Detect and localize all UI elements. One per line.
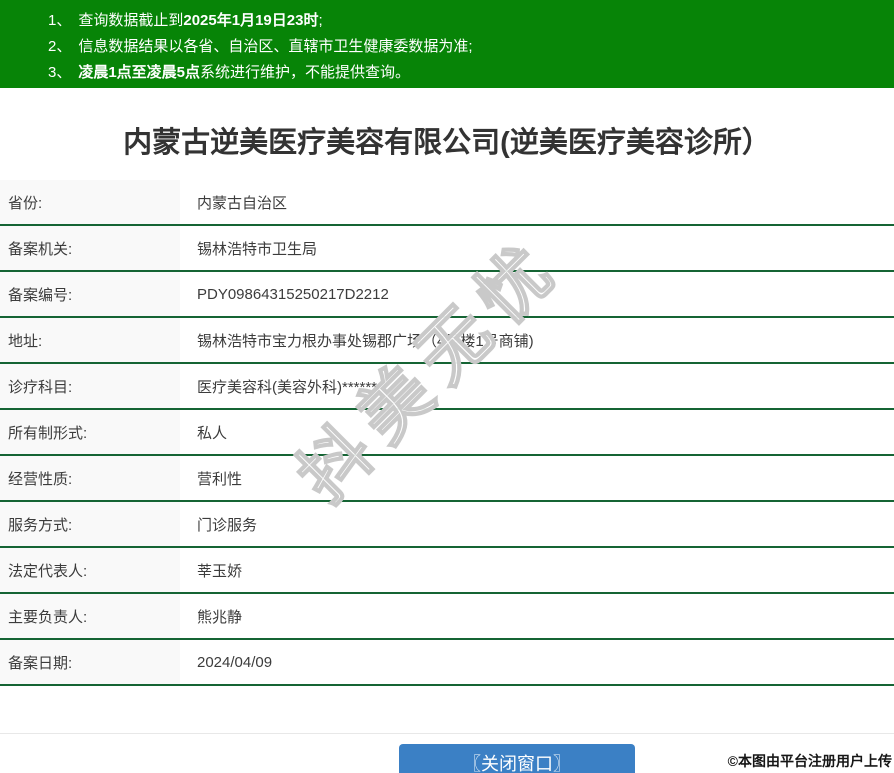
notice-text: 系统进行维护，不能提供查询。 xyxy=(200,64,410,81)
row-value: PDY09864315250217D2212 xyxy=(180,272,894,316)
row-label: 主要负责人: xyxy=(0,594,180,638)
notice-text: 信息数据结果以各省、自治区、直辖市卫生健康委数据为准; xyxy=(78,38,472,55)
row-value: 锡林浩特市宝力根办事处锡郡广场（4号楼1号商铺) xyxy=(180,318,894,362)
row-value: 营利性 xyxy=(180,456,894,500)
row-value: 2024/04/09 xyxy=(180,640,894,684)
table-row-filing-authority: 备案机关: 锡林浩特市卫生局 xyxy=(0,226,894,272)
table-row-treatment-subjects: 诊疗科目: 医疗美容科(美容外科)****** xyxy=(0,364,894,410)
table-row-business-nature: 经营性质: 营利性 xyxy=(0,456,894,502)
footer-divider xyxy=(0,733,894,734)
row-label: 经营性质: xyxy=(0,456,180,500)
row-label: 所有制形式: xyxy=(0,410,180,454)
notice-line-2: 2、信息数据结果以各省、自治区、直辖市卫生健康委数据为准; xyxy=(48,34,884,60)
notice-number: 3、 xyxy=(48,64,71,81)
row-label: 诊疗科目: xyxy=(0,364,180,408)
row-label: 法定代表人: xyxy=(0,548,180,592)
notice-text: ; xyxy=(318,12,322,29)
table-row-ownership-form: 所有制形式: 私人 xyxy=(0,410,894,456)
page-title: 内蒙古逆美医疗美容有限公司(逆美医疗美容诊所） xyxy=(0,126,894,160)
table-row-legal-representative: 法定代表人: 莘玉娇 xyxy=(0,548,894,594)
notice-text: 查询数据截止到 xyxy=(78,12,183,29)
table-row-address: 地址: 锡林浩特市宝力根办事处锡郡广场（4号楼1号商铺) xyxy=(0,318,894,364)
table-row-service-mode: 服务方式: 门诊服务 xyxy=(0,502,894,548)
table-row-filing-date: 备案日期: 2024/04/09 xyxy=(0,640,894,686)
row-label: 省份: xyxy=(0,180,180,224)
registration-info-table: 省份: 内蒙古自治区 备案机关: 锡林浩特市卫生局 备案编号: PDY09864… xyxy=(0,180,894,686)
notice-text-bold: 凌晨1点至凌晨5点 xyxy=(78,64,200,81)
notice-line-3: 3、凌晨1点至凌晨5点系统进行维护，不能提供查询。 xyxy=(48,60,884,86)
row-value: 私人 xyxy=(180,410,894,454)
row-value: 门诊服务 xyxy=(180,502,894,546)
table-row-province: 省份: 内蒙古自治区 xyxy=(0,180,894,226)
notice-number: 2、 xyxy=(48,38,71,55)
row-value: 莘玉娇 xyxy=(180,548,894,592)
close-window-button[interactable]: 〖关闭窗口〗 xyxy=(399,744,635,773)
row-label: 备案机关: xyxy=(0,226,180,270)
notice-line-1: 1、查询数据截止到2025年1月19日23时; xyxy=(48,8,884,34)
notice-banner: 1、查询数据截止到2025年1月19日23时; 2、信息数据结果以各省、自治区、… xyxy=(0,0,894,88)
row-label: 服务方式: xyxy=(0,502,180,546)
image-attribution-watermark: ©本图由平台注册用户上传 xyxy=(728,751,892,771)
table-row-principal: 主要负责人: 熊兆静 xyxy=(0,594,894,640)
row-value: 医疗美容科(美容外科)****** xyxy=(180,364,894,408)
row-value: 锡林浩特市卫生局 xyxy=(180,226,894,270)
row-label: 地址: xyxy=(0,318,180,362)
row-label: 备案日期: xyxy=(0,640,180,684)
page: 1、查询数据截止到2025年1月19日23时; 2、信息数据结果以各省、自治区、… xyxy=(0,0,894,773)
notice-text-bold: 2025年1月19日23时 xyxy=(183,12,318,29)
row-value: 内蒙古自治区 xyxy=(180,180,894,224)
row-value: 熊兆静 xyxy=(180,594,894,638)
table-row-filing-number: 备案编号: PDY09864315250217D2212 xyxy=(0,272,894,318)
row-label: 备案编号: xyxy=(0,272,180,316)
notice-number: 1、 xyxy=(48,12,71,29)
